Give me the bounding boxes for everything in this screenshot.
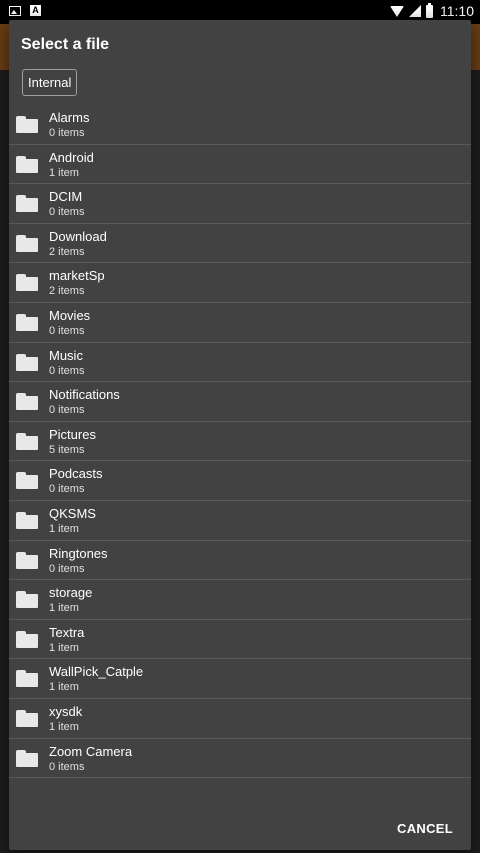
list-item[interactable]: WallPick_Catple 1 item [9,659,471,699]
list-item[interactable]: Alarms 0 items [9,105,471,145]
folder-icon [16,511,38,529]
list-item[interactable]: DCIM 0 items [9,184,471,224]
folder-name: Podcasts [49,466,103,482]
list-item[interactable]: Ringtones 0 items [9,541,471,581]
folder-name: Ringtones [49,545,108,561]
folder-icon [16,432,38,450]
list-item[interactable]: xysdk 1 item [9,699,471,739]
folder-icon [16,630,38,648]
list-item[interactable]: Android 1 item [9,145,471,185]
folder-icon [16,116,38,133]
folder-icon [16,591,38,609]
list-item[interactable]: Textra 1 item [9,620,471,660]
folder-icon [16,234,38,252]
folder-name: Zoom Camera [49,743,133,759]
folder-item-count: 1 item [49,720,79,733]
folder-item-count: 5 items [49,443,85,456]
folder-name: Movies [49,307,91,323]
list-item[interactable]: Zoom Camera 0 items [9,739,471,779]
folder-name: Alarms [49,110,90,125]
list-item[interactable]: Music 0 items [9,343,471,383]
folder-icon [16,393,38,411]
folder-icon [16,155,38,173]
folder-icon [16,749,38,767]
signal-icon [409,5,421,17]
folder-icon [16,274,38,292]
list-item[interactable]: Movies 0 items [9,303,471,343]
status-left-icons: A [9,5,41,16]
folder-icon [16,709,38,727]
folder-item-count: 1 item [49,641,79,654]
a-icon: A [30,5,41,16]
folder-name: Download [49,228,107,244]
folder-name: Android [49,149,94,165]
status-time: 11:10 [440,3,474,19]
folder-item-count: 0 items [49,562,85,575]
folder-item-count: 0 items [49,206,85,219]
list-item[interactable]: Podcasts 0 items [9,461,471,501]
location-chip-internal[interactable]: Internal [22,69,78,96]
folder-item-count: 1 item [49,602,79,615]
list-item[interactable]: marketSp 2 items [9,263,471,303]
folder-list: Alarms 0 items Android 1 item DCIM 0 items Dow… [9,105,471,779]
file-picker-dialog: Select a file Internal Alarms 0 items Andr… [9,20,471,850]
folder-icon [16,195,38,213]
folder-name: Pictures [49,426,96,442]
folder-item-count: 0 items [49,364,85,377]
folder-icon [16,670,38,688]
folder-icon [16,313,38,331]
list-item[interactable]: Pictures 5 items [9,422,471,462]
folder-item-count: 0 items [49,483,85,496]
folder-item-count: 0 items [49,324,85,337]
folder-item-count: 2 items [49,285,85,298]
folder-name: Textra [49,624,85,640]
folder-name: Notifications [49,387,120,403]
folder-item-count: 0 items [49,760,85,773]
folder-name: storage [49,585,93,601]
folder-item-count: 1 item [49,681,79,694]
list-item[interactable]: storage 1 item [9,580,471,620]
folder-icon [16,472,38,490]
folder-item-count: 1 item [49,522,79,535]
folder-icon [16,353,38,371]
folder-item-count: 0 items [49,404,85,417]
list-item[interactable]: QKSMS 1 item [9,501,471,541]
dialog-title: Select a file [21,36,110,53]
folder-icon [16,551,38,569]
folder-name: WallPick_Catple [49,664,144,680]
folder-item-count: 0 items [49,127,85,139]
list-item[interactable]: Notifications 0 items [9,382,471,422]
folder-item-count: 2 items [49,245,85,258]
wifi-icon [390,5,404,17]
folder-name: Music [49,347,83,363]
folder-name: marketSp [49,268,105,284]
folder-name: xysdk [49,703,83,719]
list-item[interactable]: Download 2 items [9,224,471,264]
folder-item-count: 1 item [49,166,79,179]
folder-name: QKSMS [49,505,96,521]
battery-icon [426,2,433,18]
folder-name: DCIM [49,189,83,205]
image-icon [9,5,21,16]
status-right-icons: 11:10 [390,2,474,19]
cancel-button[interactable]: CANCEL [397,821,453,836]
